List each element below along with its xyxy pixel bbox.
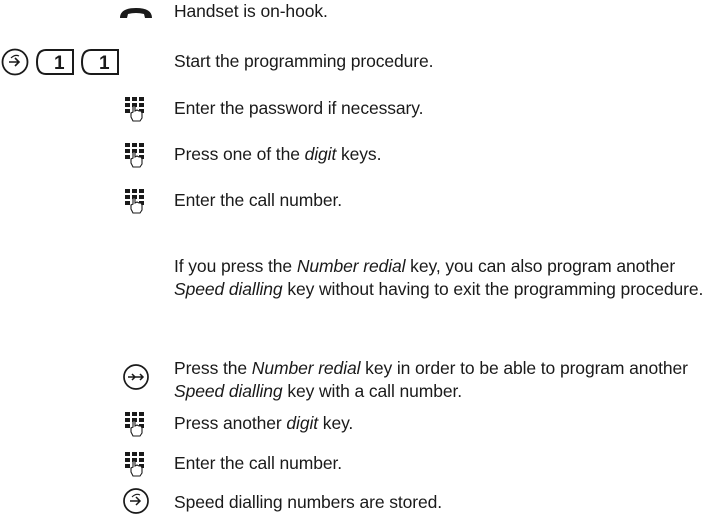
- text-run: Press one of the: [174, 144, 305, 164]
- svg-text:1: 1: [54, 53, 65, 74]
- text-run: key with a call number.: [282, 381, 463, 401]
- text-run: keys.: [336, 144, 382, 164]
- step-3-text: Enter the password if necessary.: [174, 97, 710, 120]
- step-5-text: Enter the call number.: [174, 189, 710, 212]
- text-run: Enter the call number.: [174, 453, 343, 473]
- text-run: Speed dialling numbers are stored.: [174, 492, 443, 512]
- note-paragraph: If you press the Number redial key, you …: [174, 255, 712, 301]
- step-6-text: Press the Number redial key in order to …: [174, 357, 712, 403]
- text-run: key without having to exit the programmi…: [282, 279, 704, 299]
- text-run: Press the: [174, 358, 252, 378]
- step-4-text: Press one of the digit keys.: [174, 143, 710, 166]
- keypad-hand-icon: [124, 188, 148, 214]
- text-run: Press another: [174, 413, 287, 433]
- step-2-text: Start the programming procedure.: [174, 50, 710, 73]
- svg-text:1: 1: [99, 53, 110, 74]
- text-run: Start the programming procedure.: [174, 51, 434, 71]
- keypad-hand-icon: [124, 96, 148, 122]
- text-run: key, you can also program another: [405, 256, 676, 276]
- program-key-icon: [122, 487, 150, 515]
- program-key-icon: [0, 47, 30, 77]
- step-7-text: Press another digit key.: [174, 412, 710, 435]
- number-redial-key-icon: [122, 363, 150, 391]
- keypad-hand-icon: [124, 142, 148, 168]
- text-run: Enter the password if necessary.: [174, 98, 424, 118]
- emphasis-text: Number redial: [251, 358, 361, 378]
- step-8-text: Enter the call number.: [174, 452, 710, 475]
- step-9-text: Speed dialling numbers are stored.: [174, 491, 710, 514]
- emphasis-text: Speed dialling: [174, 279, 283, 299]
- emphasis-text: Speed dialling: [174, 381, 283, 401]
- text-run: key in order to be able to program anoth…: [360, 358, 688, 378]
- text-run: Enter the call number.: [174, 190, 343, 210]
- text-run: If you press the: [174, 256, 297, 276]
- digit-key-1-icon: 1: [79, 47, 121, 77]
- emphasis-text: digit: [304, 144, 337, 164]
- keypad-hand-icon: [124, 411, 148, 437]
- keypad-hand-icon: [124, 451, 148, 477]
- text-run: key.: [318, 413, 354, 433]
- step-1-text: Handset is on-hook.: [174, 0, 710, 23]
- text-run: Handset is on-hook.: [174, 1, 328, 21]
- emphasis-text: digit: [286, 413, 319, 433]
- digit-key-1-icon: 1: [34, 47, 76, 77]
- handset-on-hook-icon: [118, 6, 154, 20]
- emphasis-text: Number redial: [296, 256, 406, 276]
